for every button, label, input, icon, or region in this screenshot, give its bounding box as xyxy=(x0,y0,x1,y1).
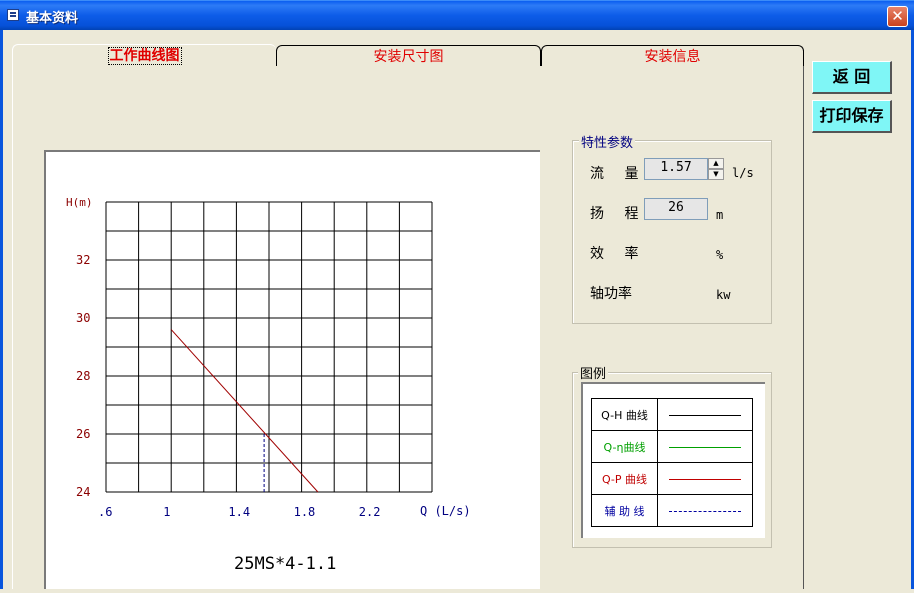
params-group-title: 特性参数 xyxy=(579,132,636,151)
pump-model-label: 25MS*4-1.1 xyxy=(234,554,336,574)
app-icon xyxy=(7,9,19,21)
x-tick-label: 1.8 xyxy=(294,505,316,519)
legend-swatch-aux xyxy=(657,494,753,527)
legend-label-qh: Q-H 曲线 xyxy=(591,398,658,431)
chart-grid xyxy=(105,201,433,493)
legend-row-aux: 辅 助 线 xyxy=(591,494,753,527)
legend-swatch-qeta xyxy=(657,430,753,463)
efficiency-unit: % xyxy=(716,248,724,262)
y-axis-label: H(m) xyxy=(66,196,93,209)
legend-label-qeta: Q-η曲线 xyxy=(591,430,658,463)
legend-swatch-qp xyxy=(657,462,753,495)
legend-row-qh: Q-H 曲线 xyxy=(591,398,753,431)
y-axis-ticks: 32 30 28 26 24 xyxy=(76,253,90,499)
flow-input[interactable]: 1.57 xyxy=(644,158,708,180)
legend-box: Q-H 曲线 Q-η曲线 Q-P 曲线 辅 助 线 xyxy=(581,382,765,538)
legend-title: 图例 xyxy=(578,363,609,382)
back-button[interactable]: 返 回 xyxy=(812,61,892,94)
tab-work-curve[interactable]: 工作曲线图 xyxy=(12,44,276,72)
performance-chart: 32 30 28 26 24 .6 1 1.4 1.8 2.2 H(m) Q (L/s) 25M… xyxy=(44,150,540,589)
head-label: 扬 程 xyxy=(590,206,647,222)
chart-series xyxy=(170,329,319,493)
y-tick-label: 28 xyxy=(76,369,90,383)
spin-up-icon[interactable]: ▲ xyxy=(708,158,724,169)
window-border-left xyxy=(0,30,3,589)
x-tick-label: .6 xyxy=(98,505,112,519)
legend-row-qeta: Q-η曲线 xyxy=(591,430,753,463)
title-bar: 基本资料 ✕ xyxy=(0,0,914,30)
shaft-power-label: 轴功率 xyxy=(590,286,632,302)
shaft-power-unit: kw xyxy=(716,288,731,302)
y-tick-label: 24 xyxy=(76,485,90,499)
flow-unit: l/s xyxy=(732,166,754,180)
close-button[interactable]: ✕ xyxy=(887,6,908,27)
qp-curve-line xyxy=(170,329,319,493)
legend-swatch-qh xyxy=(657,398,753,431)
legend-table: Q-H 曲线 Q-η曲线 Q-P 曲线 辅 助 线 xyxy=(591,398,753,527)
legend-row-qp: Q-P 曲线 xyxy=(591,462,753,495)
flow-spinner[interactable]: ▲ ▼ xyxy=(708,158,724,180)
chart-svg: 32 30 28 26 24 .6 1 1.4 1.8 2.2 H(m) Q (L/s) 25M… xyxy=(66,196,471,574)
window-title: 基本资料 xyxy=(26,11,79,26)
legend-label-aux: 辅 助 线 xyxy=(591,494,658,527)
legend-label-qp: Q-P 曲线 xyxy=(591,462,658,495)
spin-down-icon[interactable]: ▼ xyxy=(708,169,724,180)
print-save-button[interactable]: 打印保存 xyxy=(812,100,892,133)
y-tick-label: 30 xyxy=(76,311,90,325)
x-axis-ticks: .6 1 1.4 1.8 2.2 xyxy=(98,505,380,519)
efficiency-label: 效 率 xyxy=(590,246,647,262)
head-unit: m xyxy=(716,208,724,222)
x-tick-label: 1.4 xyxy=(228,505,250,519)
flow-label: 流 量 xyxy=(590,166,647,182)
head-input[interactable]: 26 xyxy=(644,198,708,220)
x-axis-label: Q (L/s) xyxy=(420,504,471,518)
y-tick-label: 32 xyxy=(76,253,90,267)
y-tick-label: 26 xyxy=(76,427,90,441)
x-tick-label: 1 xyxy=(163,505,170,519)
x-tick-label: 2.2 xyxy=(359,505,381,519)
